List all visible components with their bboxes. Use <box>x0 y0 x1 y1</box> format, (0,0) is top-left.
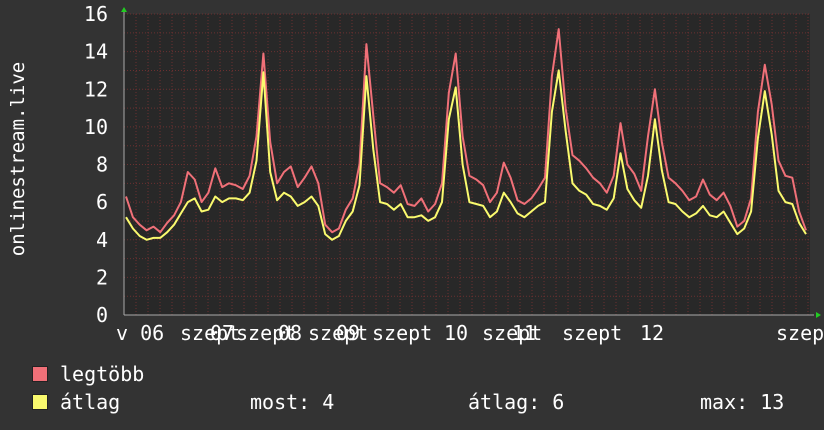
x-tick-label: 09 <box>336 321 360 345</box>
legend-label-avg: átlag <box>60 390 121 414</box>
y-tick-label: 6 <box>96 190 108 214</box>
x-tick-label: v 06 <box>116 321 164 345</box>
legend-item-max: legtöbb <box>32 362 144 386</box>
y-tick-label: 10 <box>84 115 108 139</box>
x-tick-label: 12 <box>640 321 664 345</box>
y-tick-label: 4 <box>96 228 108 252</box>
stat-max: max: 13 <box>700 390 785 414</box>
x-tick-label: 11 <box>512 321 536 345</box>
y-tick-label: 14 <box>84 40 108 64</box>
x-axis-arrow <box>816 312 821 318</box>
y-axis-label: onlinestream.live <box>7 61 29 257</box>
y-tick-label: 16 <box>84 2 108 26</box>
x-tick-label: szept <box>372 321 432 345</box>
y-axis-arrow <box>121 7 127 12</box>
y-tick-label: 12 <box>84 77 108 101</box>
x-tick-label: szep <box>776 321 824 345</box>
y-tick-label: 8 <box>96 153 108 177</box>
stat-avg: átlag: 6 <box>468 390 565 414</box>
y-tick-label: 0 <box>96 303 108 327</box>
y-tick-label: 2 <box>96 265 108 289</box>
legend-swatch-max <box>32 366 48 382</box>
x-tick-label: 08 <box>278 321 302 345</box>
x-tick-label: 07 <box>210 321 234 345</box>
x-tick-label: 10 <box>444 321 468 345</box>
x-tick-label: szept <box>562 321 622 345</box>
legend-label-max: legtöbb <box>60 362 145 386</box>
legend-item-avg: átlag <box>32 390 120 414</box>
legend-swatch-avg <box>32 394 48 410</box>
stat-now: most: 4 <box>250 390 335 414</box>
